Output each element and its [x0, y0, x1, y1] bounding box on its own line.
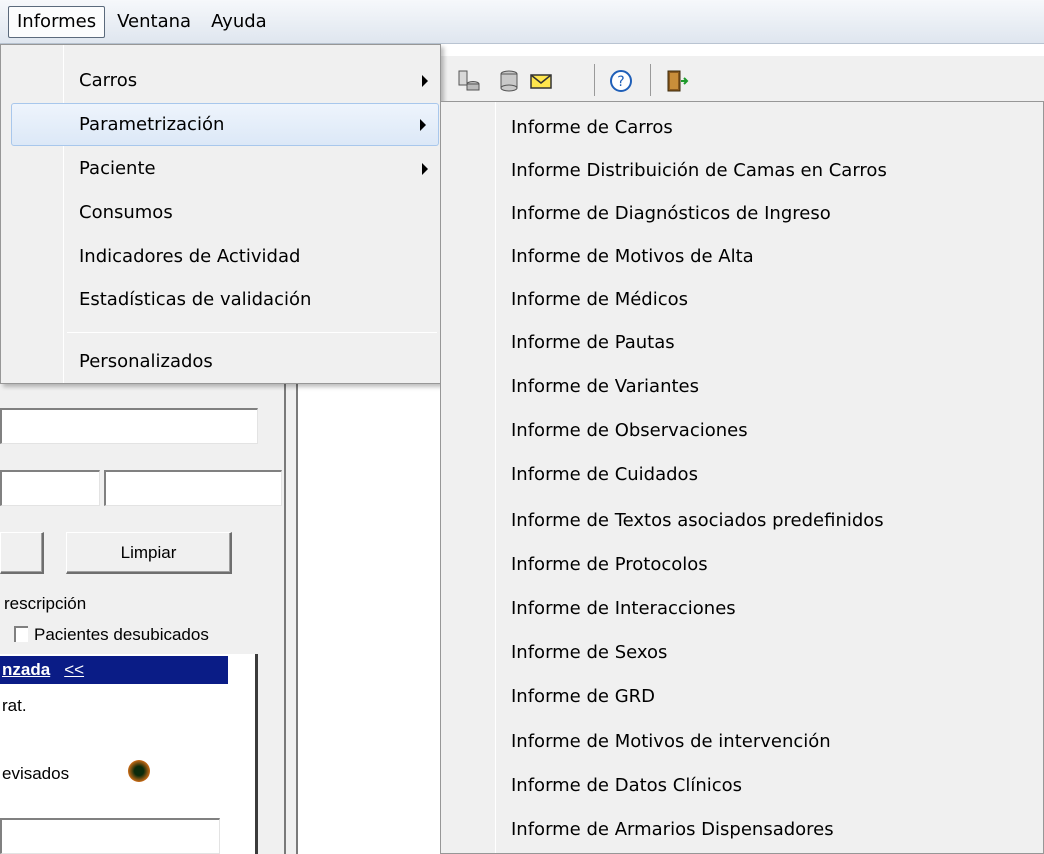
- submenu-item-observaciones[interactable]: Informe de Observaciones: [511, 409, 748, 452]
- splitter[interactable]: [284, 384, 298, 854]
- help-icon[interactable]: ?: [608, 68, 634, 94]
- eye-icon[interactable]: [128, 760, 150, 782]
- submenu-item-sexos[interactable]: Informe de Sexos: [511, 631, 667, 674]
- submenu-arrow-icon: [422, 74, 428, 87]
- advanced-search-header[interactable]: nzada <<: [0, 656, 228, 684]
- revisados-label: evisados: [2, 764, 70, 783]
- submenu-arrow-icon: [420, 118, 426, 131]
- menu-item-estadisticas[interactable]: Estadísticas de validación: [1, 278, 440, 321]
- rat-label: rat.: [2, 696, 27, 715]
- collapse-toggle[interactable]: <<: [64, 660, 84, 680]
- submenu-item-carros[interactable]: Informe de Carros: [511, 106, 673, 149]
- limpiar-button[interactable]: Limpiar: [66, 532, 232, 574]
- menu-item-label: Consumos: [79, 202, 173, 223]
- submenu-item-motivos-alta[interactable]: Informe de Motivos de Alta: [511, 235, 754, 278]
- menu-separator: [67, 332, 437, 333]
- submenu-item-variantes[interactable]: Informe de Variantes: [511, 365, 699, 408]
- submenu-item-pautas[interactable]: Informe de Pautas: [511, 321, 675, 364]
- menu-item-label: Personalizados: [79, 351, 213, 372]
- svg-text:?: ?: [617, 74, 624, 90]
- menu-item-label: Parametrización: [79, 114, 225, 135]
- exit-door-icon[interactable]: [664, 68, 690, 94]
- mail-icon[interactable]: [528, 68, 554, 94]
- text-field[interactable]: [0, 408, 258, 444]
- menu-item-label: Indicadores de Actividad: [79, 246, 301, 267]
- submenu-item-grd[interactable]: Informe de GRD: [511, 675, 655, 718]
- search-button[interactable]: [0, 532, 44, 574]
- toolbar-separator: [594, 64, 595, 96]
- menu-item-label: Carros: [79, 70, 138, 91]
- menu-bar: Informes Ventana Ayuda: [0, 0, 1044, 44]
- submenu-item-interacciones[interactable]: Informe de Interacciones: [511, 587, 736, 630]
- menu-ayuda[interactable]: Ayuda: [203, 6, 275, 38]
- database-icon[interactable]: [496, 68, 522, 94]
- results-area: [298, 384, 440, 854]
- menu-ventana[interactable]: Ventana: [109, 6, 199, 38]
- submenu-item-protocolos[interactable]: Informe de Protocolos: [511, 543, 708, 586]
- menu-gutter: [495, 102, 496, 853]
- menu-item-consumos[interactable]: Consumos: [1, 191, 440, 234]
- menu-informes[interactable]: Informes: [8, 5, 106, 38]
- submenu-item-distribucion-camas[interactable]: Informe Distribuición de Camas en Carros: [511, 149, 887, 192]
- menu-item-personalizados[interactable]: Personalizados: [1, 340, 440, 383]
- submenu-item-datos-clinicos[interactable]: Informe de Datos Clínicos: [511, 764, 742, 807]
- pacientes-desubicados-checkbox[interactable]: [14, 626, 28, 642]
- submenu-item-diagnosticos-ingreso[interactable]: Informe de Diagnósticos de Ingreso: [511, 192, 831, 235]
- submenu-arrow-icon: [422, 162, 428, 175]
- prescripcion-label: rescripción: [4, 594, 87, 613]
- pacientes-desubicados-label: Pacientes desubicados: [34, 625, 209, 644]
- menu-item-label: Paciente: [79, 158, 156, 179]
- menu-item-paciente[interactable]: Paciente: [1, 147, 440, 190]
- informes-menu: Carros Parametrización Paciente Consumos…: [0, 44, 441, 384]
- submenu-item-cuidados[interactable]: Informe de Cuidados: [511, 453, 698, 496]
- submenu-item-armarios-dispensadores[interactable]: Informe de Armarios Dispensadores: [511, 808, 834, 851]
- menu-item-label: Estadísticas de validación: [79, 289, 312, 310]
- submenu-item-motivos-intervencion[interactable]: Informe de Motivos de intervención: [511, 720, 831, 763]
- submenu-item-medicos[interactable]: Informe de Médicos: [511, 278, 688, 321]
- toolbar-separator: [650, 64, 651, 96]
- text-field[interactable]: [104, 470, 282, 506]
- advanced-search-title[interactable]: nzada: [2, 660, 50, 680]
- text-field[interactable]: [0, 470, 100, 506]
- text-field[interactable]: [0, 818, 220, 854]
- menu-item-parametrizacion[interactable]: Parametrización: [11, 103, 439, 146]
- parametrizacion-submenu: Informe de Carros Informe Distribuición …: [440, 101, 1044, 854]
- menu-item-indicadores[interactable]: Indicadores de Actividad: [1, 235, 440, 278]
- menu-item-carros[interactable]: Carros: [1, 59, 440, 102]
- submenu-item-textos-asociados[interactable]: Informe de Textos asociados predefinidos: [511, 499, 884, 542]
- database-connect-icon[interactable]: [456, 68, 482, 94]
